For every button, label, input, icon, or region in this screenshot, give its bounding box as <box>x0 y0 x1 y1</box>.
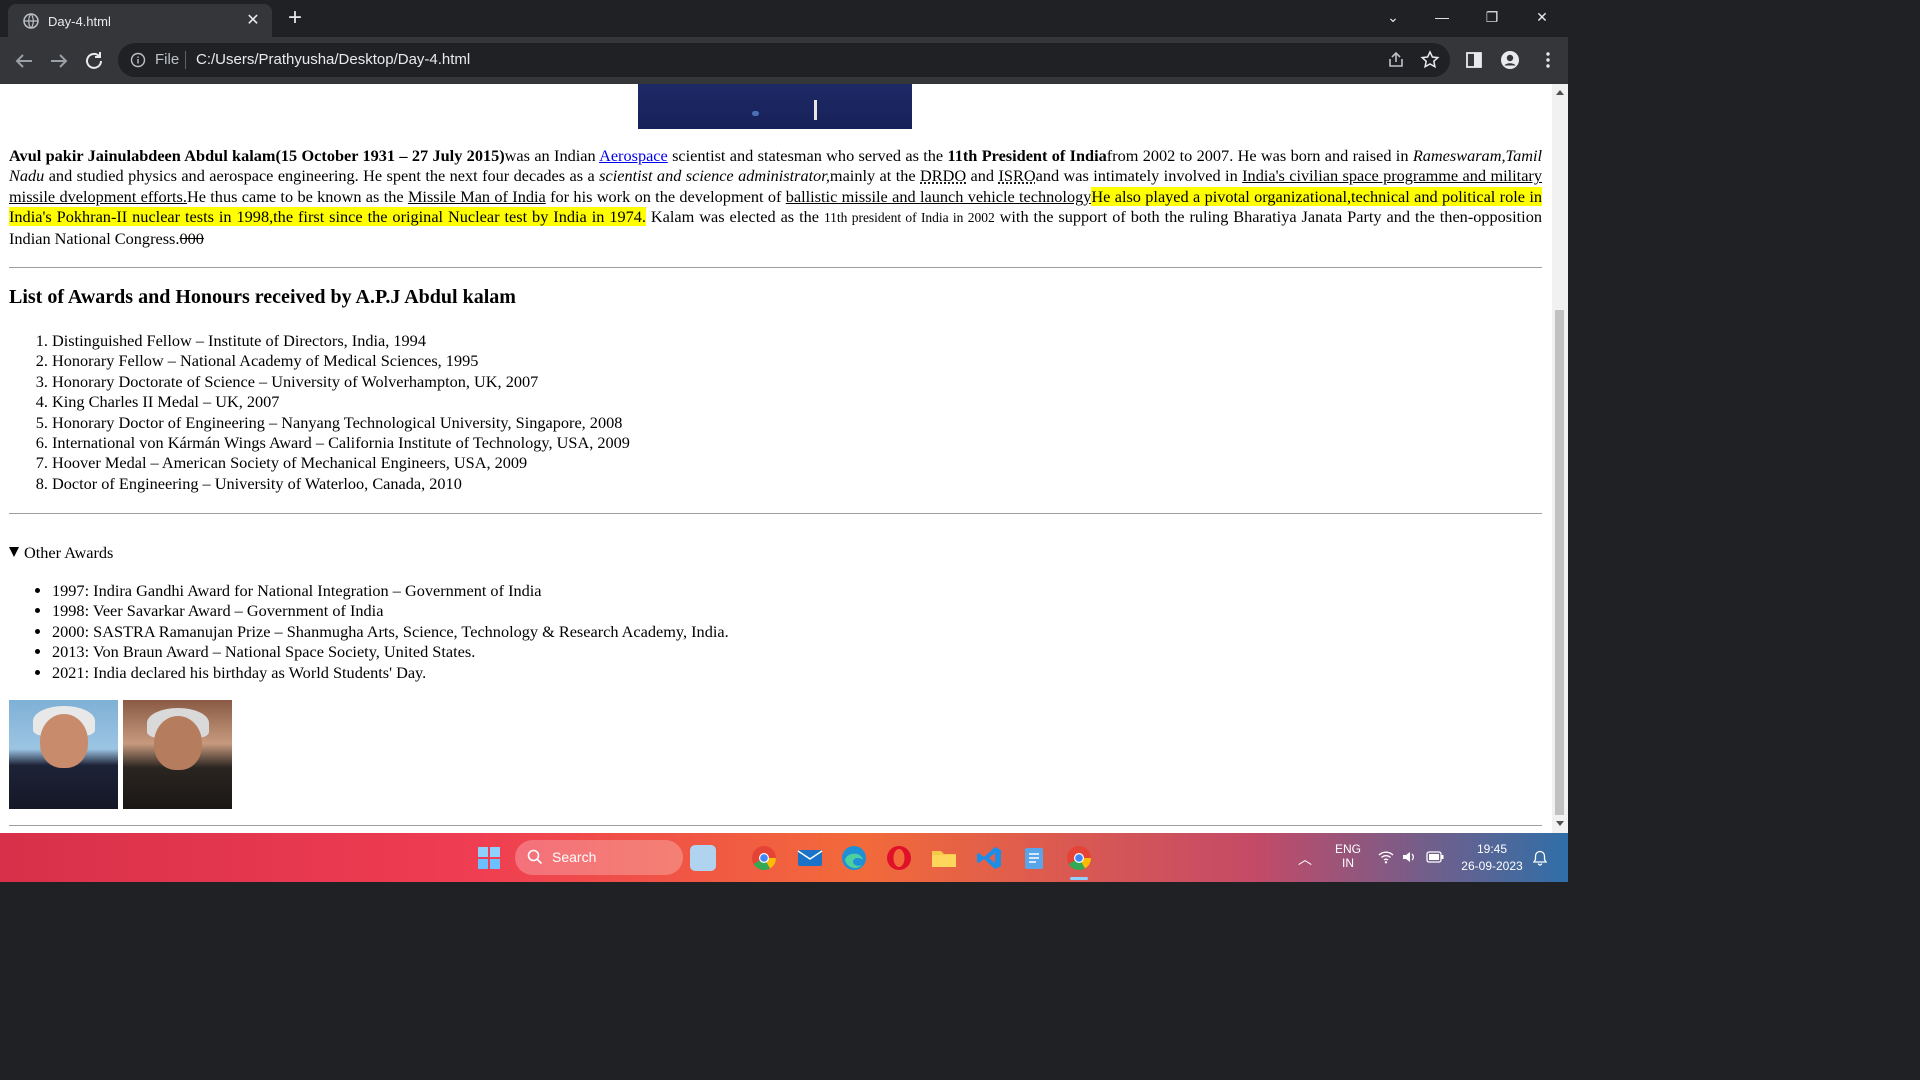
list-item: 1998: Veer Savarkar Award – Government o… <box>52 601 729 621</box>
chrome-active-icon[interactable] <box>1066 845 1092 871</box>
horizontal-rule <box>9 267 1542 268</box>
other-awards-details[interactable]: Other Awards <box>9 543 113 563</box>
list-item: 2021: India declared his birthday as Wor… <box>52 663 729 683</box>
page-viewport: Avul pakir Jainulabdeen Abdul kalam(15 O… <box>0 84 1552 833</box>
profile-avatar-icon[interactable] <box>1500 50 1520 70</box>
forward-arrow-icon[interactable] <box>47 49 71 73</box>
list-item: Distinguished Fellow – Institute of Dire… <box>52 331 630 351</box>
kalam-portrait-image <box>638 84 912 129</box>
scroll-up-arrow-icon[interactable] <box>1556 90 1564 95</box>
widgets-icon[interactable] <box>690 845 716 871</box>
scrollbar-thumb[interactable] <box>1555 310 1564 815</box>
horizontal-rule <box>9 513 1542 514</box>
small-text: 11th president of India in 2002 <box>823 210 995 226</box>
volume-icon[interactable] <box>1402 850 1416 864</box>
close-window-button[interactable]: ✕ <box>1519 0 1565 34</box>
active-app-indicator <box>1070 877 1088 880</box>
mail-icon[interactable] <box>797 845 823 871</box>
clock[interactable]: 19:45 26-09-2023 <box>1456 842 1528 873</box>
role-text: scientist and science administrator, <box>599 166 830 186</box>
aerospace-link[interactable]: Aerospace <box>599 146 668 165</box>
list-item: Doctor of Engineering – University of Wa… <box>52 474 630 494</box>
taskbar-search[interactable]: Search <box>515 840 683 875</box>
notification-bell-icon[interactable] <box>1532 850 1548 866</box>
list-item: International von Kármán Wings Award – C… <box>52 433 630 453</box>
tray-overflow-chevron-icon[interactable]: ︿ <box>1298 849 1312 869</box>
url-text[interactable]: C:/Users/Prathyusha/Desktop/Day-4.html <box>196 51 470 68</box>
kalam-photo-1 <box>9 700 118 809</box>
list-item: King Charles II Medal – UK, 2007 <box>52 392 630 412</box>
wifi-icon[interactable] <box>1378 850 1394 864</box>
bookmark-star-icon[interactable] <box>1420 50 1440 70</box>
windows-taskbar: Search ︿ ENG IN 19:45 26-09-2023 <box>0 833 1568 882</box>
list-item: 2013: Von Braun Award – National Space S… <box>52 642 729 662</box>
vscode-icon[interactable] <box>976 845 1002 871</box>
omnibox-divider <box>185 51 186 69</box>
page-scrollbar[interactable] <box>1552 84 1568 833</box>
list-item: Honorary Doctorate of Science – Universi… <box>52 372 630 392</box>
list-item: Honorary Fellow – National Academy of Me… <box>52 351 630 371</box>
list-item: 2000: SASTRA Ramanujan Prize – Shanmugha… <box>52 622 729 642</box>
share-icon[interactable] <box>1386 50 1406 70</box>
ballistic-missile-text: ballistic missile and launch vehicle tec… <box>785 186 1092 206</box>
notepad-icon[interactable] <box>1021 845 1047 871</box>
address-bar[interactable]: File C:/Users/Prathyusha/Desktop/Day-4.h… <box>118 43 1450 77</box>
back-arrow-icon[interactable] <box>12 49 36 73</box>
other-awards-list: 1997: Indira Gandhi Award for National I… <box>9 581 729 683</box>
awards-heading: List of Awards and Honours received by A… <box>9 286 516 308</box>
tab-strip: Day-4.html ✕ + ⌄ — ❐ ✕ <box>0 0 1568 37</box>
missile-man-text: Missile Man of India <box>407 186 546 206</box>
list-item: Honorary Doctor of Engineering – Nanyang… <box>52 413 630 433</box>
intro-section: Avul pakir Jainulabdeen Abdul kalam(15 O… <box>9 146 1542 249</box>
opera-icon[interactable] <box>886 845 912 871</box>
info-icon[interactable] <box>130 52 146 68</box>
url-scheme-label: File <box>155 51 180 68</box>
kebab-menu-icon[interactable] <box>1538 50 1558 70</box>
language-indicator[interactable]: ENG IN <box>1332 842 1364 870</box>
file-explorer-icon[interactable] <box>931 845 957 871</box>
side-panel-icon[interactable] <box>1464 50 1484 70</box>
disclosure-triangle-icon[interactable] <box>9 547 19 557</box>
isro-abbr: ISRO <box>998 166 1036 186</box>
battery-icon[interactable] <box>1426 851 1444 863</box>
intro-paragraph: Avul pakir Jainulabdeen Abdul kalam(15 O… <box>9 146 1543 248</box>
search-label: Search <box>552 849 597 865</box>
horizontal-rule <box>9 825 1542 826</box>
kalam-photo-2 <box>123 700 232 809</box>
name-and-dates: Avul pakir Jainulabdeen Abdul kalam(15 O… <box>9 146 505 165</box>
list-item: 1997: Indira Gandhi Award for National I… <box>52 581 729 601</box>
restore-button[interactable]: ❐ <box>1469 0 1515 34</box>
chrome-icon[interactable] <box>751 845 777 871</box>
browser-tab[interactable]: Day-4.html ✕ <box>8 4 272 37</box>
president-title: 11th President of India <box>947 146 1107 165</box>
browser-toolbar: File C:/Users/Prathyusha/Desktop/Day-4.h… <box>0 37 1568 84</box>
awards-list: Distinguished Fellow – Institute of Dire… <box>9 331 630 494</box>
drdo-abbr: DRDO <box>920 166 967 186</box>
minimize-button[interactable]: — <box>1419 0 1465 34</box>
tab-title: Day-4.html <box>48 14 111 29</box>
strikethrough-text: 000 <box>179 228 204 248</box>
edge-icon[interactable] <box>841 845 867 871</box>
tab-search-chevron-icon[interactable]: ⌄ <box>1370 0 1416 34</box>
globe-icon <box>23 13 39 29</box>
windows-start-icon[interactable] <box>478 847 500 869</box>
new-tab-button[interactable]: + <box>284 6 306 30</box>
close-tab-icon[interactable]: ✕ <box>244 12 262 30</box>
search-icon <box>527 849 543 865</box>
scroll-down-arrow-icon[interactable] <box>1556 821 1564 826</box>
list-item: Hoover Medal – American Society of Mecha… <box>52 453 630 473</box>
clock-time: 19:45 <box>1476 842 1508 856</box>
clock-date: 26-09-2023 <box>1461 859 1523 873</box>
other-awards-summary[interactable]: Other Awards <box>24 543 113 562</box>
reload-icon[interactable] <box>82 49 106 73</box>
